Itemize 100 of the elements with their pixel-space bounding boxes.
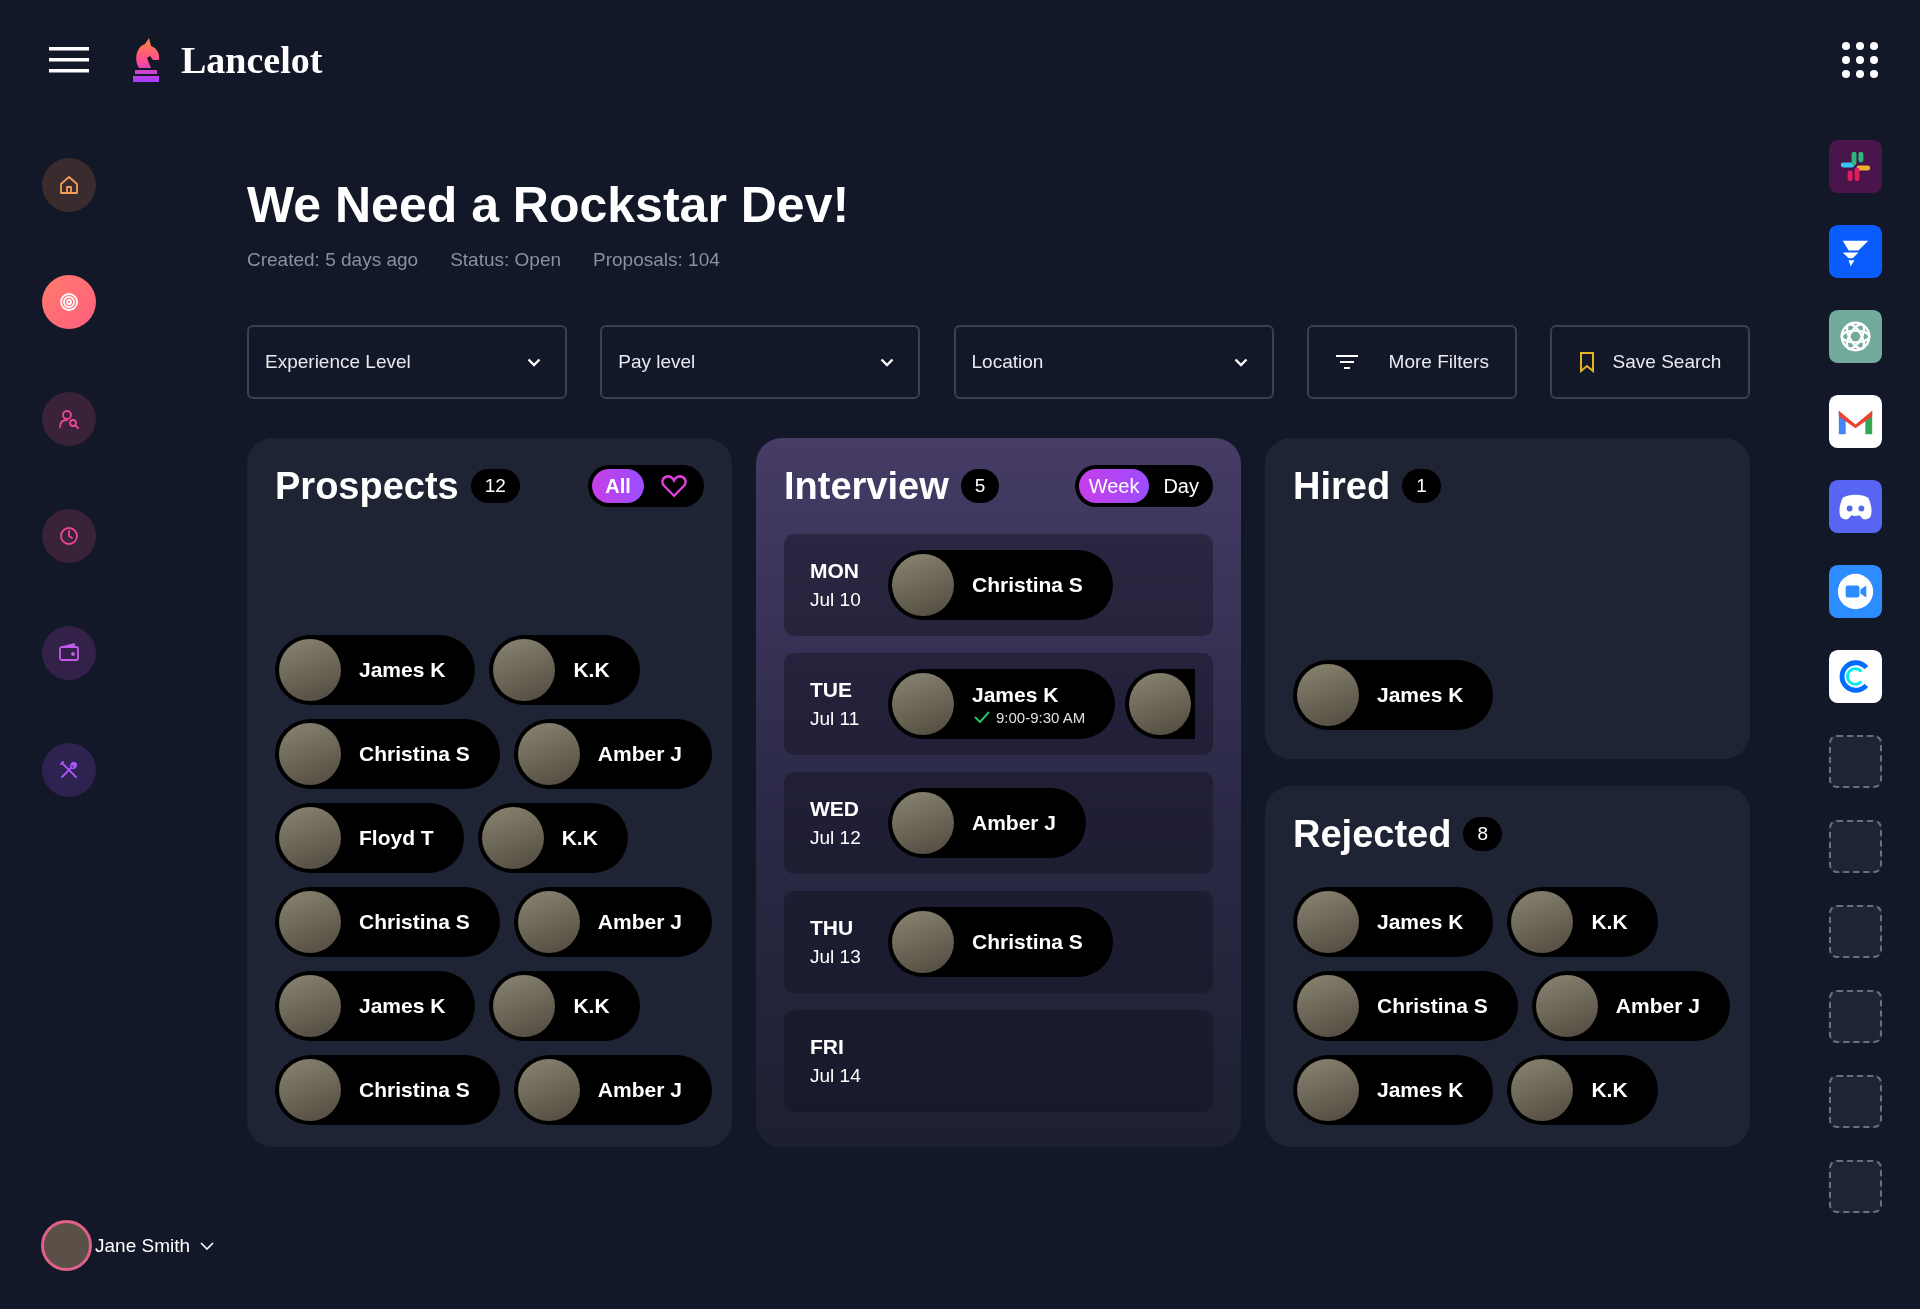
avatar bbox=[279, 975, 341, 1037]
date-label: Jul 13 bbox=[810, 946, 862, 968]
avatar bbox=[1297, 664, 1359, 726]
avatar bbox=[1129, 673, 1192, 735]
more-filters-button[interactable]: More Filters bbox=[1306, 325, 1517, 399]
clock-icon bbox=[57, 524, 81, 548]
avatar bbox=[1297, 891, 1359, 953]
candidate-chip[interactable]: Amber J bbox=[888, 788, 1087, 858]
empty-app-slot[interactable] bbox=[1829, 820, 1882, 873]
time-text: 9:00-9:30 AM bbox=[996, 708, 1086, 726]
weekday-label: WED bbox=[810, 797, 860, 821]
candidate-chip[interactable]: James K bbox=[1293, 887, 1494, 957]
nav-people-button[interactable] bbox=[42, 392, 96, 446]
empty-app-slot[interactable] bbox=[1829, 735, 1882, 788]
count-badge: 5 bbox=[960, 469, 1000, 503]
nav-home-button[interactable] bbox=[42, 158, 96, 212]
bookmark-icon bbox=[1578, 351, 1595, 373]
menu-icon[interactable] bbox=[49, 46, 89, 73]
avatar bbox=[517, 1059, 580, 1121]
date-label: Jul 11 bbox=[810, 708, 861, 730]
candidate-chip[interactable]: Christina S bbox=[888, 907, 1113, 977]
avatar bbox=[1297, 975, 1359, 1037]
board-title: Prospects bbox=[275, 464, 459, 508]
board-title: Rejected bbox=[1293, 812, 1452, 856]
candidate-chip[interactable]: James K 9:00-9:30 AM bbox=[888, 669, 1116, 739]
user-name[interactable]: Jane Smith bbox=[95, 1234, 191, 1257]
candidate-chip[interactable]: K.K bbox=[489, 635, 640, 705]
candidate-chip[interactable] bbox=[1125, 669, 1196, 739]
date-label: Jul 10 bbox=[810, 589, 862, 611]
empty-app-slot[interactable] bbox=[1829, 990, 1882, 1043]
gamepad-app-icon[interactable] bbox=[1829, 480, 1882, 533]
board-title: Interview bbox=[784, 464, 949, 508]
candidate-chip[interactable]: Christina S bbox=[275, 1055, 500, 1125]
job-meta-text: Created: 5 days ago bbox=[247, 249, 419, 271]
save-search-button[interactable]: Save Search bbox=[1550, 325, 1750, 399]
target-icon bbox=[57, 290, 81, 314]
user-avatar[interactable] bbox=[41, 1220, 92, 1271]
candidate-chip[interactable]: James K bbox=[275, 635, 476, 705]
avatar bbox=[892, 792, 954, 854]
avatar bbox=[517, 891, 580, 953]
avatar bbox=[493, 639, 556, 701]
empty-app-slot[interactable] bbox=[1829, 905, 1882, 958]
knight-logo-icon bbox=[131, 37, 161, 82]
filter-dropdown[interactable]: Experience Level bbox=[247, 325, 567, 399]
chevron-down-icon bbox=[527, 357, 541, 367]
app-grid-icon[interactable] bbox=[1842, 41, 1878, 78]
avatar bbox=[892, 911, 954, 973]
date-label: Jul 14 bbox=[810, 1065, 862, 1087]
avatar bbox=[1511, 1059, 1574, 1121]
candidate-chip[interactable]: Christina S bbox=[888, 550, 1113, 620]
filter-lines-icon bbox=[1334, 354, 1359, 370]
nav-clock-button[interactable] bbox=[42, 509, 96, 563]
people-icon bbox=[57, 407, 81, 431]
avatar bbox=[1297, 1059, 1359, 1121]
candidate-chip[interactable]: Amber J bbox=[1531, 971, 1730, 1041]
view-toggle[interactable]: Day bbox=[1153, 469, 1209, 503]
candidate-chip[interactable]: Amber J bbox=[513, 719, 712, 789]
candidate-chip[interactable]: James K bbox=[275, 971, 476, 1041]
envelope-app-icon[interactable] bbox=[1829, 395, 1882, 448]
knot-app-icon[interactable] bbox=[1829, 310, 1882, 363]
candidate-chip[interactable]: James K bbox=[1293, 1055, 1494, 1125]
pinwheel-app-icon[interactable] bbox=[1829, 140, 1882, 193]
ring-app-icon[interactable] bbox=[1829, 650, 1882, 703]
candidate-chip[interactable]: Floyd T bbox=[275, 803, 464, 873]
weekday-label: TUE bbox=[810, 678, 853, 702]
nav-tools-button[interactable] bbox=[42, 743, 96, 797]
candidate-chip[interactable]: Christina S bbox=[275, 719, 500, 789]
count-badge: 8 bbox=[1463, 817, 1502, 851]
chevron-down-icon[interactable] bbox=[200, 1241, 215, 1250]
candidate-chip[interactable]: Christina S bbox=[275, 887, 500, 957]
avatar bbox=[279, 1059, 341, 1121]
avatar bbox=[481, 807, 544, 869]
candidate-chip[interactable]: Amber J bbox=[513, 887, 712, 957]
avatar bbox=[279, 723, 341, 785]
candidate-chip[interactable]: K.K bbox=[1507, 887, 1658, 957]
avatar bbox=[892, 554, 954, 616]
weekday-label: THU bbox=[810, 916, 855, 940]
nav-target-button[interactable] bbox=[42, 275, 96, 329]
all-toggle[interactable]: All bbox=[592, 469, 644, 503]
view-toggle[interactable]: Week bbox=[1078, 469, 1150, 503]
empty-app-slot[interactable] bbox=[1829, 1160, 1882, 1213]
candidate-chip[interactable]: Christina S bbox=[1293, 971, 1518, 1041]
nav-wallet-button[interactable] bbox=[42, 626, 96, 680]
chevron-stack-app-icon[interactable] bbox=[1829, 225, 1882, 278]
filter-dropdown[interactable]: Location bbox=[953, 325, 1274, 399]
heart-icon bbox=[661, 474, 687, 498]
candidate-chip[interactable]: Amber J bbox=[513, 1055, 712, 1125]
candidate-chip[interactable]: K.K bbox=[477, 803, 628, 873]
avatar bbox=[493, 975, 556, 1037]
job-meta-text: Proposals: 104 bbox=[593, 249, 720, 271]
candidate-chip[interactable]: K.K bbox=[489, 971, 640, 1041]
avatar bbox=[892, 673, 954, 735]
candidate-chip[interactable]: K.K bbox=[1507, 1055, 1658, 1125]
video-camera-app-icon[interactable] bbox=[1829, 565, 1882, 618]
avatar bbox=[517, 723, 580, 785]
chevron-down-icon bbox=[880, 357, 895, 367]
empty-app-slot[interactable] bbox=[1829, 1075, 1882, 1128]
candidate-chip[interactable]: James K bbox=[1293, 660, 1494, 730]
app-logo-text: Lancelot bbox=[181, 37, 323, 82]
filter-dropdown[interactable]: Pay level bbox=[600, 325, 921, 399]
